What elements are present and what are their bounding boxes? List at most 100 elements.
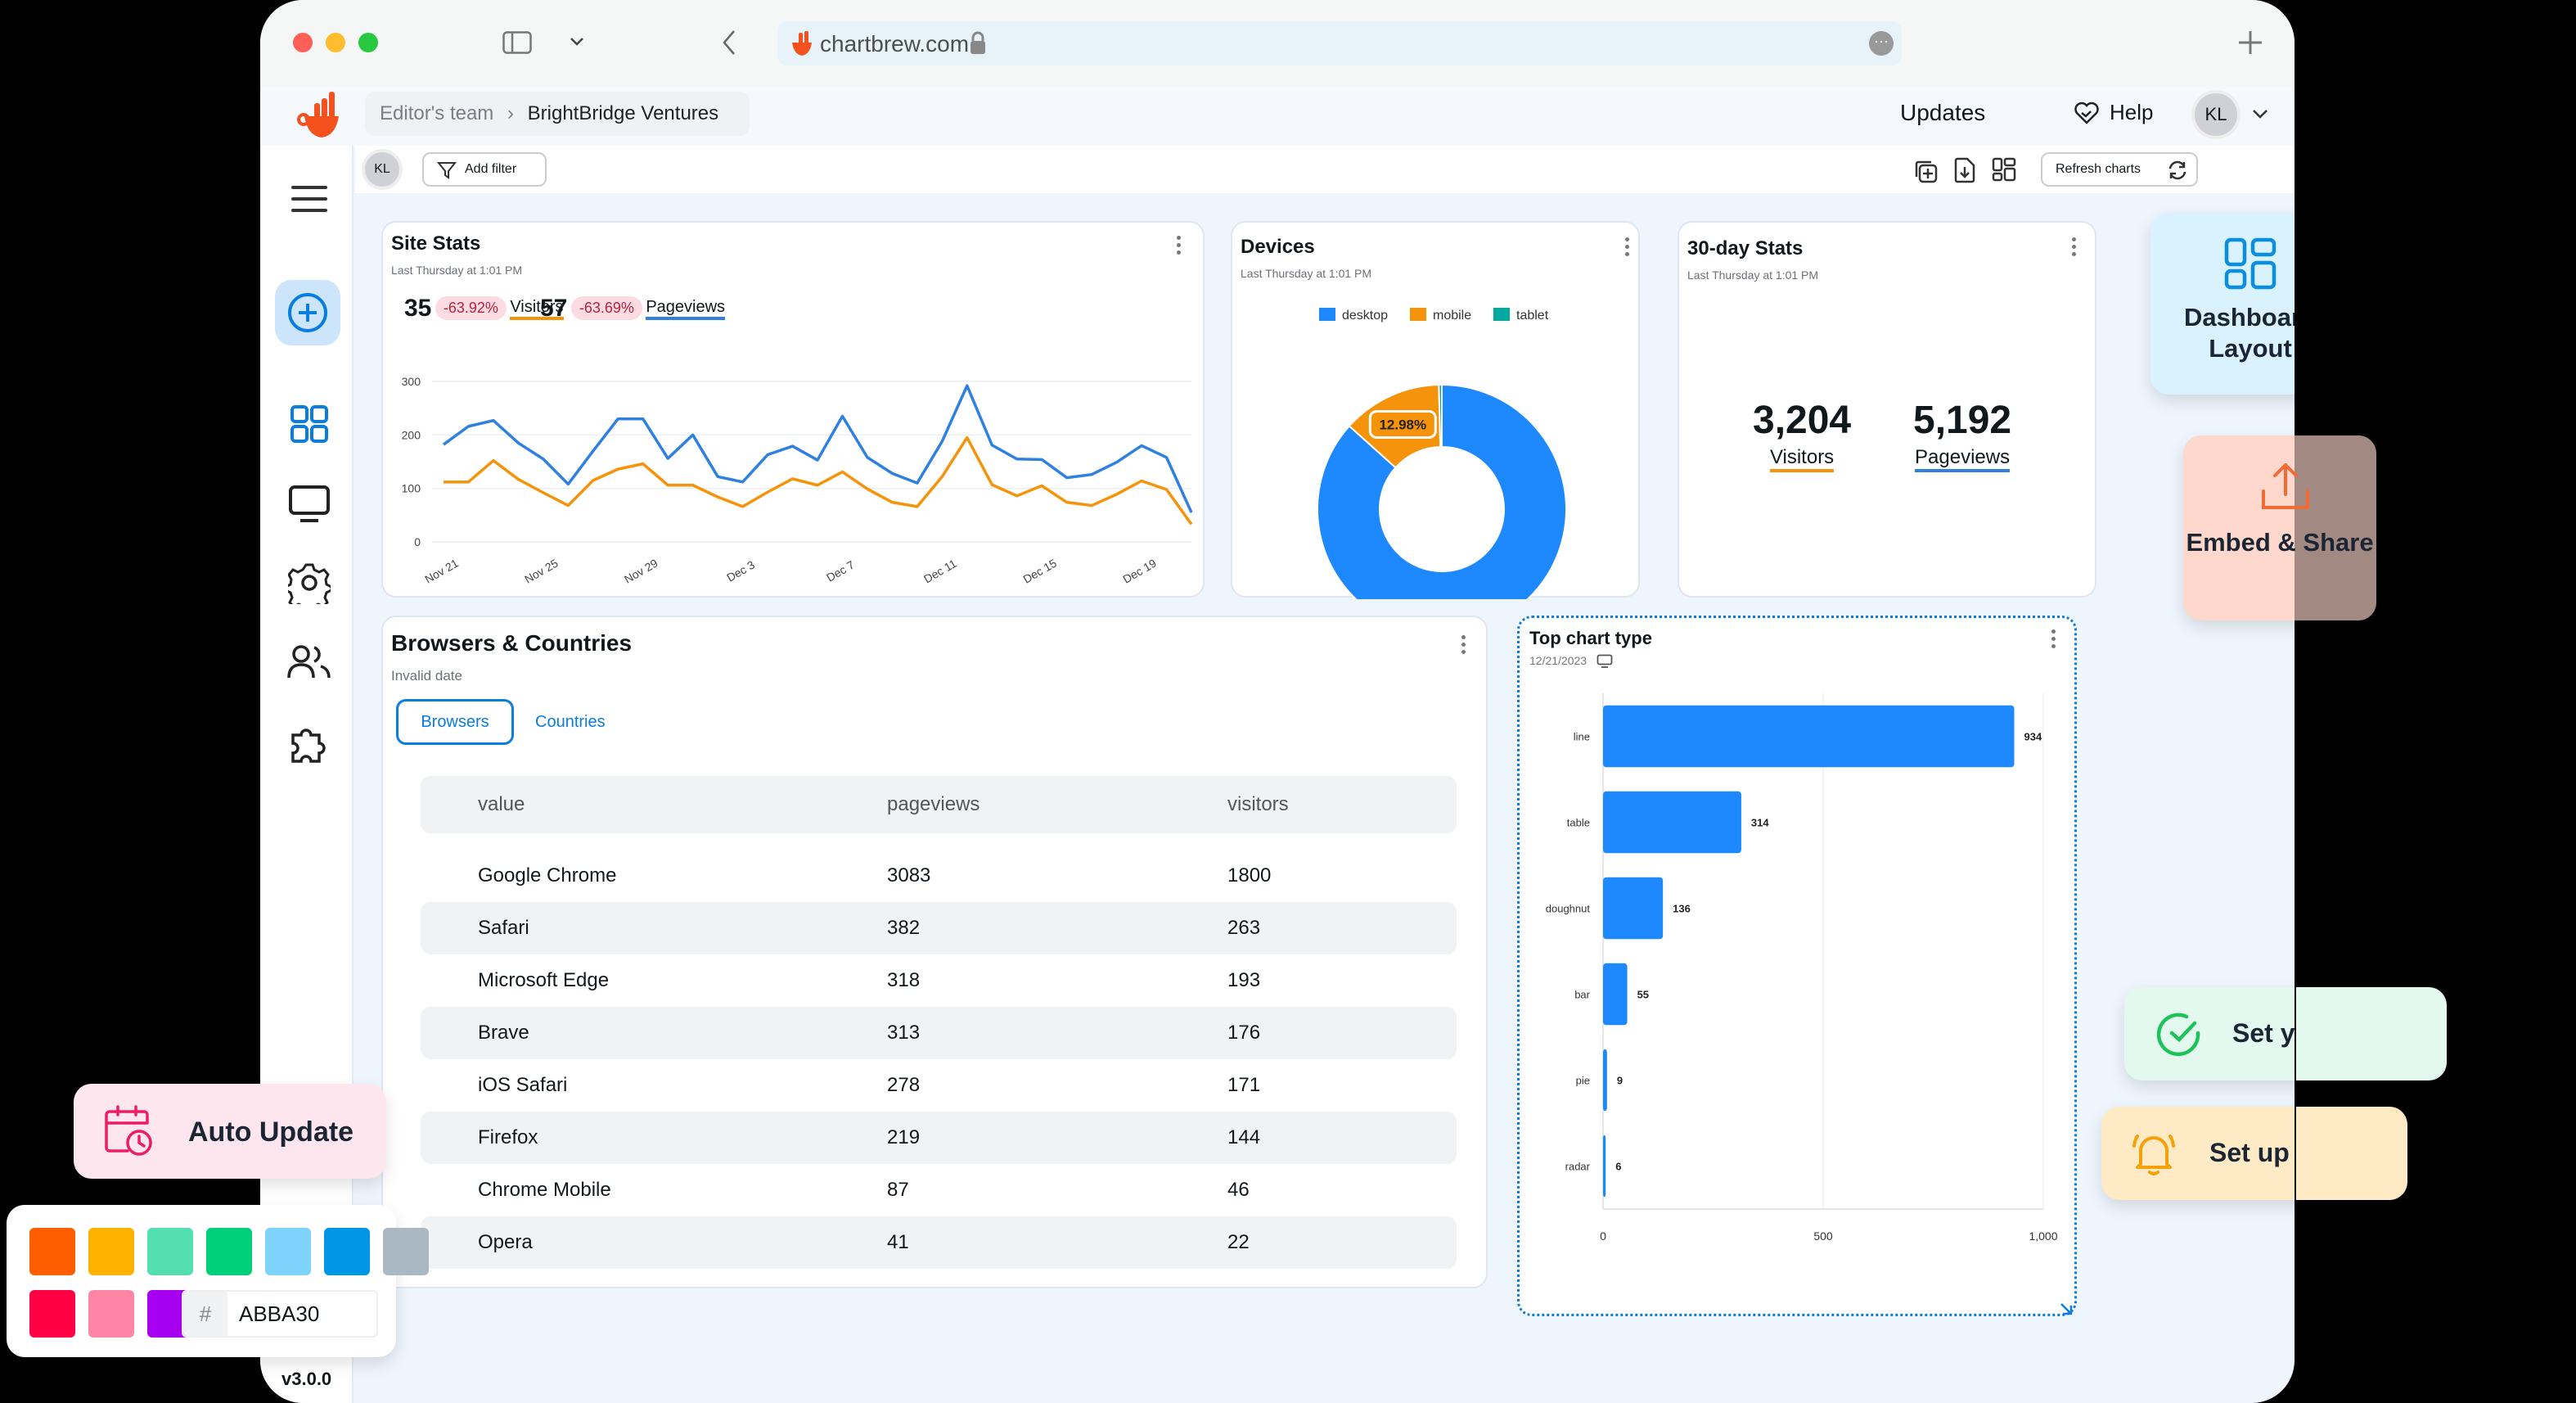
table-row[interactable]: Chrome Mobile 87 46 xyxy=(421,1164,1457,1216)
y-tick-label: table xyxy=(1567,817,1590,829)
refresh-charts-button[interactable]: Refresh charts xyxy=(2041,152,2198,187)
hex-color-input[interactable]: # ABBA30 xyxy=(182,1290,378,1338)
tile-label: Dashboard Layout xyxy=(2184,303,2295,363)
monitor-icon[interactable] xyxy=(288,485,331,524)
breadcrumb-project[interactable]: BrightBridge Ventures xyxy=(528,102,718,124)
tab-browsers[interactable]: Browsers xyxy=(396,699,514,745)
set-alerts-feature-tile-overflow xyxy=(2296,1107,2407,1200)
table-row[interactable]: Microsoft Edge 318 193 xyxy=(421,954,1457,1007)
team-users-icon[interactable] xyxy=(286,643,332,681)
back-arrow-icon[interactable] xyxy=(722,29,736,56)
tile-label: Set up alerts xyxy=(2209,1138,2295,1167)
color-swatch[interactable] xyxy=(29,1228,75,1275)
x-tick-label: Dec 7 xyxy=(824,557,857,584)
bar-value-label: 314 xyxy=(1751,817,1769,829)
address-bar[interactable]: chartbrew.com ··· xyxy=(777,21,1902,65)
kpi-total-pageviews[interactable]: 5,192 Pageviews xyxy=(1913,398,2011,472)
bar-line xyxy=(1603,705,2015,768)
top-chart-type-card[interactable]: Top chart type 12/21/2023 0 500 1,000 line 9… xyxy=(1517,616,2077,1316)
card-menu-icon[interactable] xyxy=(1461,635,1466,656)
color-swatch[interactable] xyxy=(265,1228,311,1275)
app-version: v3.0.0 xyxy=(281,1369,332,1389)
hamburger-menu-icon[interactable] xyxy=(291,185,327,213)
kpi-total-visitors[interactable]: 3,204 Visitors xyxy=(1753,398,1851,472)
y-tick-label: 100 xyxy=(402,482,421,495)
site-stats-line-chart: 0 100 200 300 Nov 21 Nov 25 Nov 29 Dec 3 Dec 7 De… xyxy=(402,375,1193,586)
table-row[interactable]: Opera 41 22 xyxy=(421,1216,1457,1269)
set-goal-feature-tile[interactable]: Set your goal xyxy=(2124,987,2295,1080)
kpi-value: 5,192 xyxy=(1913,399,2012,442)
bar-value-label: 6 xyxy=(1615,1161,1621,1173)
table-row[interactable]: iOS Safari 278 171 xyxy=(421,1059,1457,1112)
table-cell-value: Brave xyxy=(478,1022,529,1044)
table-cell-pageviews: 87 xyxy=(887,1179,909,1201)
legend-swatch xyxy=(1410,308,1426,321)
kpi-pageviews[interactable]: 57 -63.69% Pageviews xyxy=(540,291,726,323)
help-label: Help xyxy=(2110,100,2154,124)
duplicate-add-icon[interactable] xyxy=(1913,159,1938,183)
color-swatch[interactable] xyxy=(147,1228,193,1275)
breadcrumb: Editor's team › BrightBridge Ventures xyxy=(365,92,750,136)
auto-update-feature-tile[interactable]: Auto Update xyxy=(74,1084,386,1179)
dashboards-grid-icon[interactable] xyxy=(290,404,329,444)
table-cell-value: Safari xyxy=(478,917,529,939)
color-swatch[interactable] xyxy=(383,1228,429,1275)
table-cell-visitors: 22 xyxy=(1227,1231,1250,1253)
table-row[interactable]: Safari 382 263 xyxy=(421,902,1457,954)
share-upload-icon xyxy=(2262,463,2309,509)
url-text: chartbrew.com xyxy=(820,31,970,56)
minimize-window-button[interactable] xyxy=(326,33,345,52)
browsers-countries-card: Browsers & Countries Invalid date Browse… xyxy=(381,616,1488,1288)
color-swatch[interactable] xyxy=(29,1290,75,1338)
kpi-change-badge: -63.92% xyxy=(435,296,507,321)
layout-grid-icon[interactable] xyxy=(1992,157,2016,182)
filter-avatar[interactable]: KL xyxy=(362,149,403,190)
color-swatch[interactable] xyxy=(88,1290,134,1338)
user-avatar[interactable]: KL xyxy=(2191,90,2240,139)
card-menu-icon[interactable] xyxy=(1177,236,1182,257)
color-swatch[interactable] xyxy=(88,1228,134,1275)
column-header-value[interactable]: value xyxy=(478,776,525,833)
close-window-button[interactable] xyxy=(293,33,313,52)
add-filter-button[interactable]: Add filter xyxy=(422,152,547,187)
color-swatch[interactable] xyxy=(206,1228,252,1275)
card-menu-icon[interactable] xyxy=(2072,237,2077,259)
breadcrumb-team[interactable]: Editor's team xyxy=(380,102,493,124)
color-swatch[interactable] xyxy=(324,1228,370,1275)
bar-value-label: 9 xyxy=(1617,1075,1623,1087)
resize-handle-icon[interactable] xyxy=(2058,1301,2074,1317)
chartbrew-favicon-icon xyxy=(792,31,812,56)
card-date: 12/21/2023 xyxy=(1529,654,1587,667)
dashboard-layout-feature-tile[interactable]: Dashboard Layout xyxy=(2150,213,2295,395)
new-tab-icon[interactable] xyxy=(2237,29,2263,56)
download-file-icon[interactable] xyxy=(1954,157,1975,183)
integrations-puzzle-icon[interactable] xyxy=(286,719,332,765)
card-menu-icon[interactable] xyxy=(1625,237,1630,259)
column-header-visitors[interactable]: visitors xyxy=(1227,776,1289,833)
table-row[interactable]: Brave 313 176 xyxy=(421,1007,1457,1059)
chevron-down-icon[interactable] xyxy=(570,36,584,47)
updates-link[interactable]: Updates xyxy=(1900,100,1985,126)
y-tick-label: 0 xyxy=(414,535,421,548)
calendar-clock-icon xyxy=(105,1105,152,1156)
x-tick-label: Nov 21 xyxy=(422,557,461,586)
x-tick-label: Dec 15 xyxy=(1020,557,1059,586)
embed-share-feature-tile[interactable]: Embed & Share xyxy=(2183,435,2376,620)
create-button[interactable] xyxy=(275,280,340,345)
set-alerts-feature-tile[interactable]: Set up alerts xyxy=(2101,1107,2295,1200)
sidebar-toggle-icon[interactable] xyxy=(502,31,532,54)
tab-countries[interactable]: Countries xyxy=(524,699,617,745)
hex-value[interactable]: ABBA30 xyxy=(227,1292,319,1336)
maximize-window-button[interactable] xyxy=(358,33,378,52)
card-menu-icon[interactable] xyxy=(2051,629,2056,651)
settings-gear-icon[interactable] xyxy=(288,562,331,604)
column-header-pageviews[interactable]: pageviews xyxy=(887,776,980,833)
table-row[interactable]: Google Chrome 3083 1800 xyxy=(421,850,1457,902)
chartbrew-logo-icon[interactable] xyxy=(296,92,342,139)
table-row[interactable]: Firefox 219 144 xyxy=(421,1112,1457,1164)
x-tick-label: 1,000 xyxy=(2029,1229,2057,1243)
user-menu-chevron-icon[interactable] xyxy=(2252,108,2268,120)
more-icon[interactable]: ··· xyxy=(1869,31,1894,56)
kpi-value: 3,204 xyxy=(1753,399,1852,442)
help-button[interactable]: Help xyxy=(2074,100,2153,125)
